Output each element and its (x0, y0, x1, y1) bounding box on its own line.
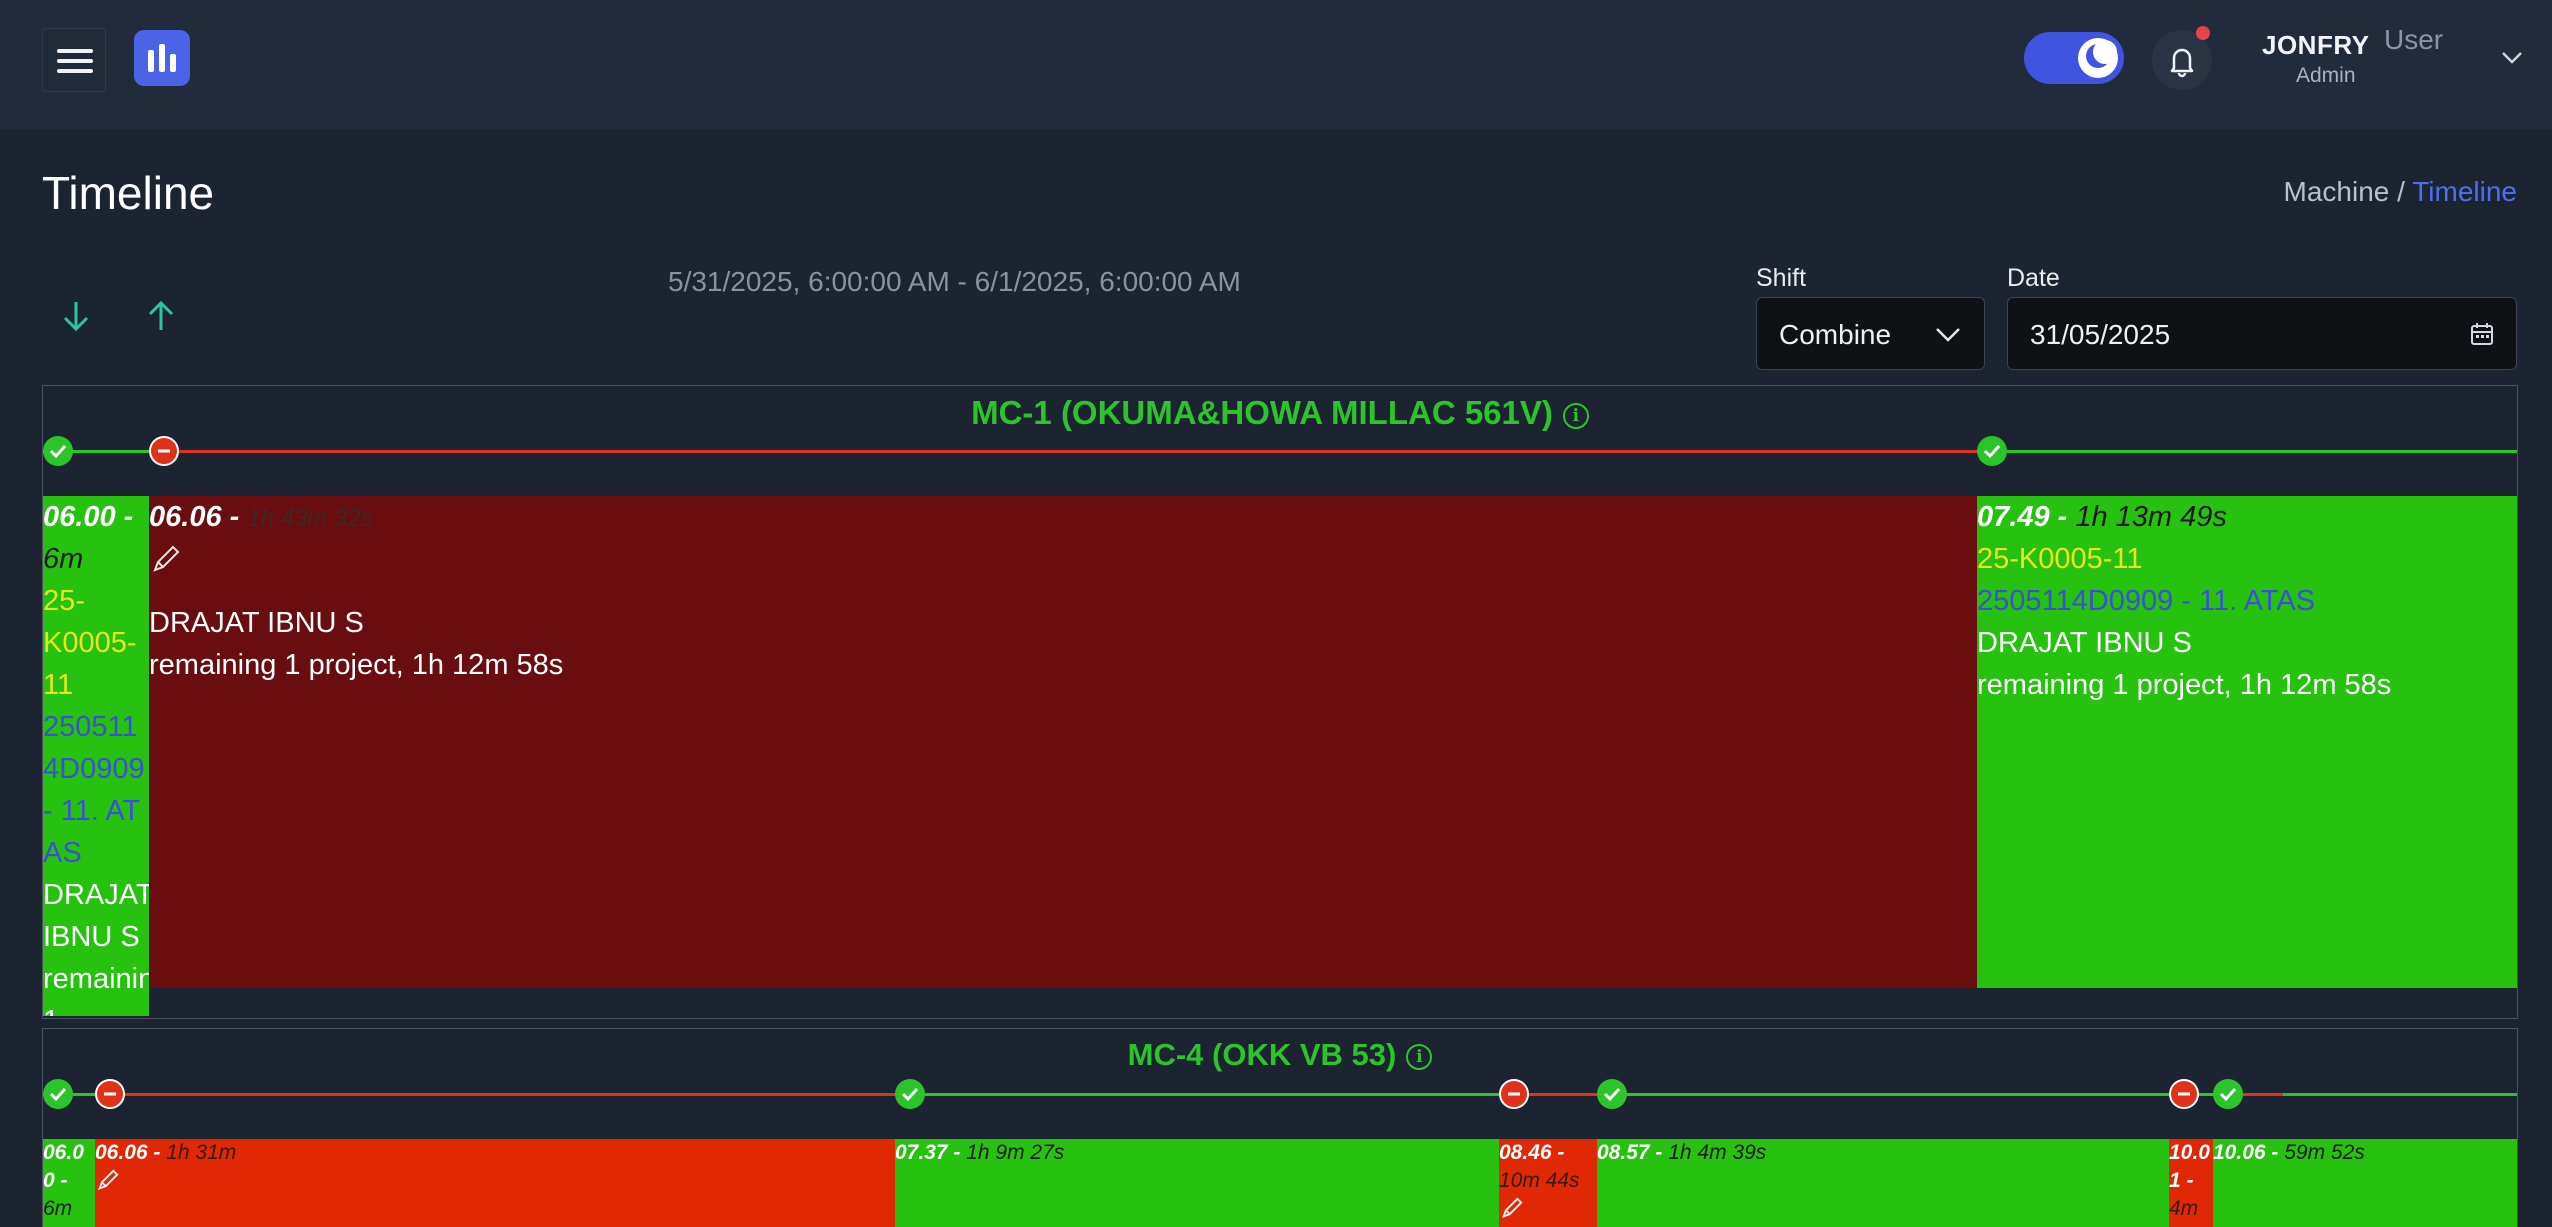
edit-pencil-icon[interactable] (95, 1167, 121, 1193)
block-time: 10.01 - (2169, 1141, 2210, 1192)
edit-pencil-icon[interactable] (149, 542, 183, 576)
calendar-icon[interactable] (2468, 320, 2496, 348)
edit-pencil-icon[interactable] (1499, 1195, 1525, 1221)
user-role: Admin (2296, 64, 2356, 87)
stop-icon[interactable] (95, 1079, 125, 1109)
block-duration: 1h 4m 39s (1668, 1141, 1767, 1164)
block-duration: 1h 43m 32s (247, 505, 373, 532)
stop-icon[interactable] (149, 436, 179, 466)
app-logo-icon[interactable] (134, 30, 190, 86)
moon-icon (2078, 38, 2118, 78)
check-icon[interactable] (1977, 436, 2007, 466)
date-input[interactable]: 31/05/2025 (2007, 297, 2517, 370)
block-time: 06.00 - (43, 1141, 84, 1192)
check-icon[interactable] (1597, 1079, 1627, 1109)
block-duration: 1h 31m (166, 1141, 237, 1164)
timeline-block-stopped[interactable]: 06.06 - 1h 43m 32s DRAJAT IBNU S remaini… (149, 496, 1977, 988)
block-duration: 4m (2169, 1197, 2199, 1220)
block-duration: 6m (43, 543, 84, 575)
top-navbar: JONFRY Admin User (0, 0, 2552, 129)
notification-badge (2196, 26, 2210, 40)
block-project-code: 25-K0005-11 (1977, 543, 2143, 575)
block-duration: 1h 13m 49s (2075, 501, 2227, 533)
machine-title: MC-4 (OKK VB 53) i (43, 1037, 2517, 1073)
user-name[interactable]: JONFRY (2262, 30, 2370, 61)
timeline-segment-running (1599, 1093, 2239, 1096)
timeline-segment-stopped (165, 450, 1993, 453)
page-title: Timeline (42, 167, 215, 219)
timeline-segment-stopped (111, 1093, 915, 1096)
logo-bar (170, 54, 176, 72)
timeline-block-running[interactable]: 06.00 - 6m (43, 1139, 95, 1227)
chevron-down-icon[interactable] (2500, 48, 2524, 68)
block-operator: DRAJAT IBNU S (149, 607, 364, 639)
timeline-segment-stopped (2239, 1093, 2283, 1096)
timeline-segment-running (1993, 450, 2517, 453)
check-icon[interactable] (2213, 1079, 2243, 1109)
machine-panel-mc-4: MC-4 (OKK VB 53) i 06.00 - 6m 06.06 - 1h … (42, 1028, 2518, 1227)
breadcrumb-machine[interactable]: Machine / (2284, 176, 2405, 207)
block-operator: DRAJAT IBNU S (43, 879, 149, 953)
block-time: 06.00 - (43, 501, 134, 533)
machine-title: MC-1 (OKUMA&HOWA MILLAC 561V) i (43, 394, 2517, 432)
stop-icon[interactable] (1499, 1079, 1529, 1109)
block-time: 06.06 - (95, 1141, 161, 1164)
breadcrumb-timeline: Timeline (2412, 176, 2517, 207)
check-icon[interactable] (895, 1079, 925, 1109)
block-work-order: 2505114D0909 - 11. ATAS (43, 711, 145, 869)
chevron-down-icon (1936, 328, 1960, 342)
block-time: 07.49 - (1977, 501, 2068, 533)
arrow-up-icon[interactable] (141, 296, 181, 336)
info-icon[interactable]: i (1562, 403, 1589, 429)
dark-mode-toggle[interactable] (2024, 32, 2124, 84)
timeline-block-stopped[interactable]: 10.01 - 4m (2169, 1139, 2213, 1227)
menu-toggle-button[interactable] (42, 28, 106, 92)
block-duration: 10m 44s (1499, 1169, 1580, 1192)
block-time: 07.37 - (895, 1141, 961, 1164)
block-duration: 6m (43, 1197, 73, 1220)
info-icon[interactable]: i (1406, 1044, 1433, 1070)
date-value: 31/05/2025 (2030, 319, 2171, 350)
logo-bar (148, 50, 154, 72)
check-icon[interactable] (43, 1079, 73, 1109)
shift-label: Shift (1756, 264, 1807, 292)
block-duration: 1h 9m 27s (966, 1141, 1065, 1164)
block-remaining: remaining 1 project, 1h 12m 58s (43, 963, 149, 1016)
hamburger-icon-line (57, 59, 93, 63)
timeline-block-running[interactable]: 07.49 - 1h 13m 49s 25-K0005-11 2505114D0… (1977, 496, 2517, 988)
block-operator: DRAJAT IBNU S (1977, 627, 2192, 659)
hamburger-icon-line (57, 69, 93, 73)
machine-panel-mc-1: MC-1 (OKUMA&HOWA MILLAC 561V) i 06.00 - 6… (42, 385, 2518, 1019)
timeline-block-stopped[interactable]: 08.46 - 10m 44s (1499, 1139, 1597, 1227)
shift-value: Combine (1779, 319, 1892, 350)
logo-bar (159, 44, 165, 72)
timeline-block-running[interactable]: 07.37 - 1h 9m 27s (895, 1139, 1499, 1227)
block-work-order: 2505114D0909 - 11. ATAS (1977, 585, 2316, 617)
timeline-block-running[interactable]: 10.06 - 59m 52s (2213, 1139, 2517, 1227)
date-label: Date (2007, 264, 2060, 292)
machine-title-text: MC-1 (OKUMA&HOWA MILLAC 561V) (971, 394, 1553, 431)
arrow-down-icon[interactable] (56, 296, 96, 336)
timeline-segment-running (915, 1093, 1503, 1096)
check-icon[interactable] (43, 436, 73, 466)
timeline-block-stopped[interactable]: 06.06 - 1h 31m (95, 1139, 895, 1227)
timeline-block-running[interactable]: 08.57 - 1h 4m 39s (1597, 1139, 2169, 1227)
block-time: 08.57 - (1597, 1141, 1663, 1164)
block-duration: 59m 52s (2284, 1141, 2365, 1164)
user-type: User (2384, 24, 2444, 55)
shift-select[interactable]: Combine (1756, 297, 1985, 370)
breadcrumb: Machine / Timeline (2284, 176, 2517, 208)
timeline-block-running[interactable]: 06.00 - 6m 25-K0005-11 2505114D0909 - 11… (43, 496, 149, 1016)
block-remaining: remaining 1 project, 1h 12m 58s (1977, 669, 2392, 701)
block-time: 08.46 - (1499, 1141, 1565, 1164)
machine-title-text: MC-4 (OKK VB 53) (1127, 1037, 1397, 1072)
block-project-code: 25-K0005-11 (43, 585, 137, 701)
hamburger-icon (57, 49, 93, 53)
block-remaining: remaining 1 project, 1h 12m 58s (149, 649, 564, 681)
timeline-segment-running (2283, 1093, 2517, 1096)
time-range-text: 5/31/2025, 6:00:00 AM - 6/1/2025, 6:00:0… (668, 266, 1241, 297)
stop-icon[interactable] (2169, 1079, 2199, 1109)
block-time: 10.06 - (2213, 1141, 2279, 1164)
block-time: 06.06 - (149, 501, 240, 533)
